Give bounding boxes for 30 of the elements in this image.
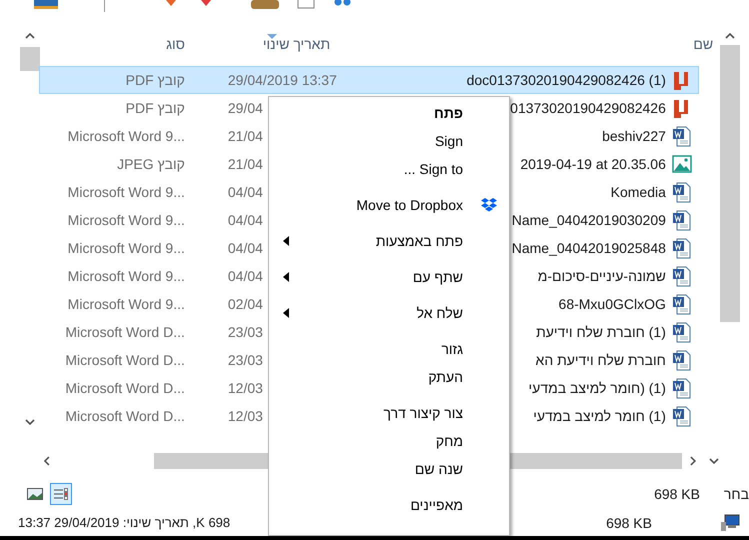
table-cell: 21/04 <box>228 156 263 172</box>
table-cell: קובץ PDF <box>126 100 185 116</box>
table-cell: Microsoft Word 9... <box>68 184 185 200</box>
table-cell: Microsoft Word 9... <box>68 240 185 256</box>
table-cell: Microsoft Word D... <box>65 408 185 424</box>
table-cell: 02/04 <box>228 296 263 312</box>
table-cell: 23/03 <box>228 324 263 340</box>
table-cell: 21/04 <box>228 128 263 144</box>
table-cell: Microsoft Word D... <box>65 380 185 396</box>
table-cell: 29/04/2019 13:37 <box>228 72 337 88</box>
selection-size: 698 KB <box>654 486 700 502</box>
table-cell: 29/04 <box>228 100 263 116</box>
table-cell: 12/03 <box>228 380 263 396</box>
table-cell: 23/03 <box>228 352 263 368</box>
table-cell: Microsoft Word D... <box>65 352 185 368</box>
table-cell: 04/04 <box>228 212 263 228</box>
details-text: 698 K, תאריך שינוי: 29/04/2019 13:37 <box>18 515 230 530</box>
table-cell: 04/04 <box>228 240 263 256</box>
selection-label: בחר <box>722 486 749 502</box>
file-size: 698 KB <box>606 514 652 530</box>
table-cell: 04/04 <box>228 184 263 200</box>
table-cell: Microsoft Word 9... <box>68 296 185 312</box>
table-cell: Microsoft Word 9... <box>68 268 185 284</box>
table-cell: Microsoft Word D... <box>65 324 185 340</box>
table-cell: 04/04 <box>228 268 263 284</box>
table-cell: קובץ PDF <box>126 72 185 88</box>
table-cell: Microsoft Word 9... <box>68 128 185 144</box>
table-cell: Microsoft Word 9... <box>68 212 185 228</box>
table-cell: 12/03 <box>228 408 263 424</box>
table-cell: קובץ JPEG <box>117 156 185 172</box>
